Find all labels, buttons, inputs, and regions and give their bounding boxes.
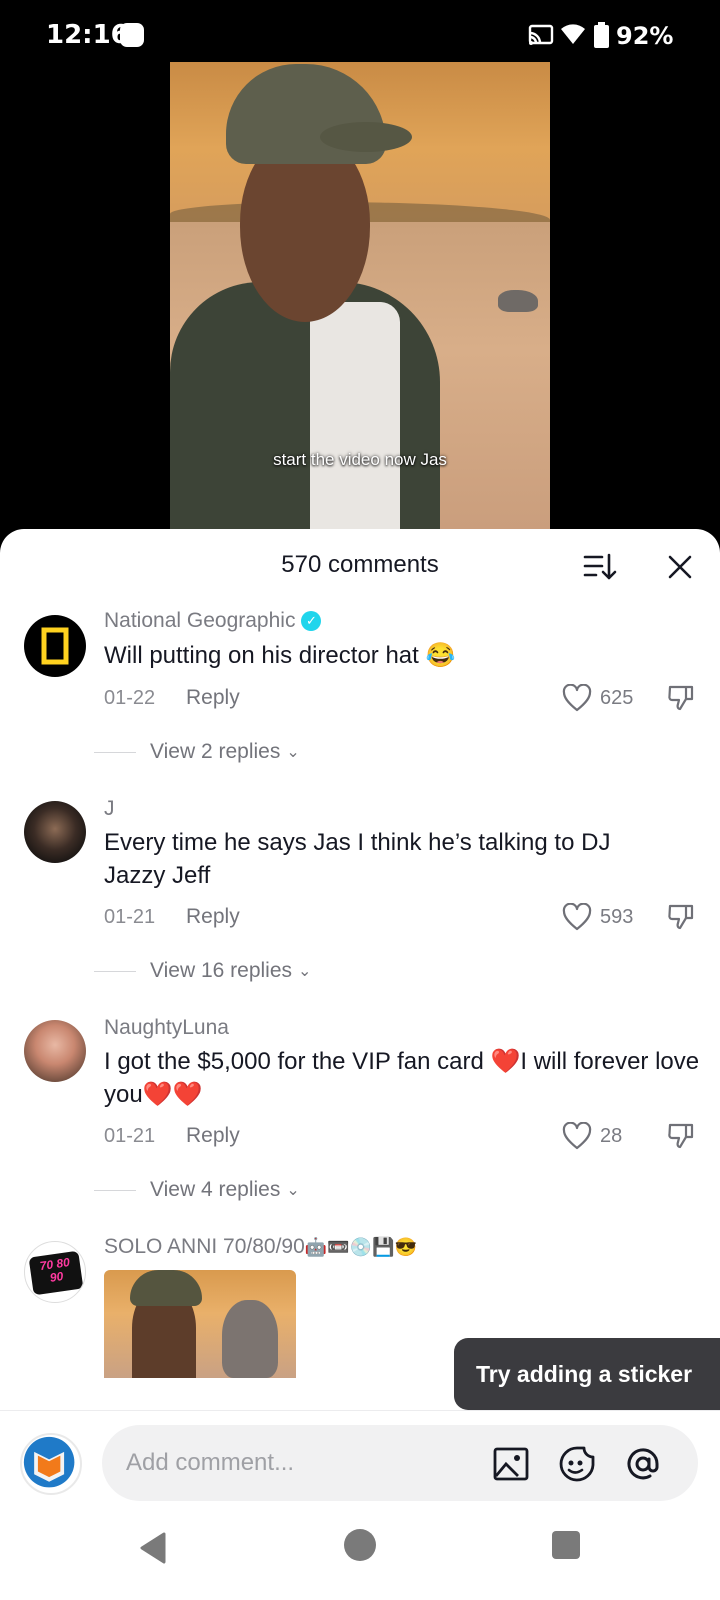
image-icon[interactable]	[492, 1445, 530, 1483]
view-replies-button[interactable]: View 16 replies ⌄	[94, 956, 311, 986]
divider-line	[94, 1189, 136, 1191]
comment-input-placeholder: Add comment...	[126, 1449, 295, 1476]
wifi-icon	[561, 24, 585, 44]
cast-icon	[528, 24, 554, 45]
heart-emoji-icon: ❤️	[490, 1048, 521, 1075]
avatar-solo-anni[interactable]: 70 80 90	[24, 1241, 86, 1303]
recents-icon[interactable]	[552, 1531, 580, 1559]
home-icon[interactable]	[344, 1529, 376, 1561]
comment-text-part1: I got the $5,000 for the VIP fan card	[104, 1048, 491, 1075]
chevron-down-icon: ⌄	[298, 963, 312, 980]
like-count: 625	[600, 687, 634, 709]
emoji-decor-icon: 🤖📼💿💾😎	[304, 1237, 417, 1257]
status-time: 12:16	[46, 20, 129, 50]
sort-icon[interactable]	[582, 549, 618, 585]
reply-button[interactable]: Reply	[186, 1124, 240, 1148]
video-rhino	[498, 290, 538, 312]
back-icon[interactable]	[136, 1531, 170, 1565]
national-geographic-logo-icon	[41, 627, 69, 665]
my-avatar[interactable]	[20, 1433, 82, 1495]
dislike-icon[interactable]	[666, 1120, 696, 1150]
comment-username[interactable]: J	[104, 797, 115, 821]
comment-date: 01-21	[104, 906, 156, 928]
video-shirt	[310, 302, 400, 542]
like-count: 28	[600, 1125, 623, 1147]
comment-image-thumbnail[interactable]	[104, 1270, 296, 1378]
chevron-down-icon: ⌄	[286, 744, 300, 761]
comment-text-body: Will putting on his director hat	[104, 642, 419, 669]
notification-icon	[120, 23, 144, 47]
view-replies-label: View 2 replies	[150, 740, 281, 763]
video-caption: start the video now Jas	[273, 450, 447, 469]
verified-badge-icon: ✓	[301, 611, 322, 631]
heart-emoji-icon: ❤️❤️	[142, 1081, 203, 1108]
video-cap-brim	[320, 122, 412, 152]
comment-input-bar: Add comment...	[0, 1411, 720, 1515]
battery-percent: 92%	[616, 22, 674, 50]
avatar-j[interactable]	[24, 801, 86, 863]
reply-button[interactable]: Reply	[186, 686, 240, 710]
comment-username[interactable]: National Geographic ✓	[104, 609, 322, 633]
avatar-naughtyluna[interactable]	[24, 1020, 86, 1082]
avatar-badge: 70 80 90	[28, 1250, 84, 1296]
close-icon[interactable]	[662, 549, 698, 585]
dislike-icon[interactable]	[666, 682, 696, 712]
comment-username-text: National Geographic	[104, 609, 296, 632]
system-nav-bar	[0, 1515, 720, 1600]
status-bar: 12:16 92%	[0, 0, 720, 64]
like-count: 593	[600, 906, 634, 928]
comment-date: 01-22	[104, 687, 156, 709]
divider-line	[94, 751, 136, 753]
comment-username-text: SOLO ANNI 70/80/90	[104, 1235, 305, 1258]
view-replies-button[interactable]: View 2 replies ⌄	[94, 737, 300, 767]
comment-date: 01-21	[104, 1125, 156, 1147]
reply-button[interactable]: Reply	[186, 905, 240, 929]
sticker-tooltip[interactable]: Try adding a sticker	[454, 1338, 720, 1410]
avatar-badge-text: 70 80 90	[38, 1255, 71, 1285]
mention-icon[interactable]	[624, 1445, 662, 1483]
heart-icon[interactable]	[562, 684, 592, 712]
laughing-emoji-icon: 😂	[425, 642, 456, 669]
comment-text: Will putting on his director hat 😂	[104, 639, 704, 672]
comment-text: I got the $5,000 for the VIP fan card ❤️…	[104, 1045, 704, 1111]
video-player[interactable]: start the video now Jas	[170, 62, 550, 542]
comment-input[interactable]: Add comment...	[102, 1425, 698, 1501]
chevron-down-icon: ⌄	[286, 1182, 300, 1199]
sticker-icon[interactable]	[558, 1445, 596, 1483]
comment-username[interactable]: SOLO ANNI 70/80/90🤖📼💿💾😎	[104, 1235, 417, 1259]
divider-line	[94, 970, 136, 972]
dislike-icon[interactable]	[666, 901, 696, 931]
view-replies-button[interactable]: View 4 replies ⌄	[94, 1175, 300, 1205]
view-replies-label: View 16 replies	[150, 959, 293, 982]
heart-icon[interactable]	[562, 903, 592, 931]
thumb-cap	[130, 1270, 202, 1306]
heart-icon[interactable]	[562, 1122, 592, 1150]
battery-icon	[594, 22, 609, 48]
view-replies-label: View 4 replies	[150, 1178, 281, 1201]
avatar-national-geographic[interactable]	[24, 615, 86, 677]
app-logo-icon	[23, 1436, 75, 1488]
comment-text: Every time he says Jas I think he’s talk…	[104, 829, 611, 889]
thumb-rhino	[222, 1300, 278, 1378]
comment-username[interactable]: NaughtyLuna	[104, 1016, 229, 1040]
